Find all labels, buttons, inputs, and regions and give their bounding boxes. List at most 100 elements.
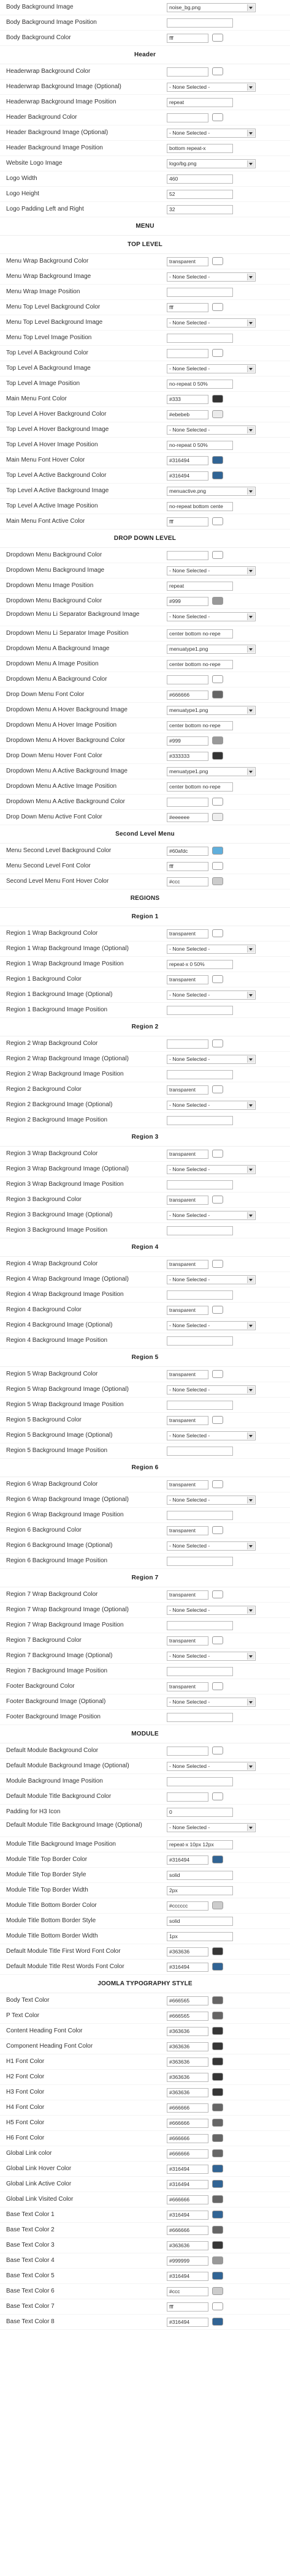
color-swatch[interactable] <box>212 2134 223 2142</box>
text-input[interactable] <box>167 1180 233 1189</box>
color-input[interactable]: transparent <box>167 1196 208 1205</box>
text-input[interactable] <box>167 1401 233 1410</box>
chevron-down-icon[interactable] <box>247 427 254 433</box>
chevron-down-icon[interactable] <box>247 946 254 953</box>
color-input[interactable]: fff <box>167 862 208 871</box>
image-select[interactable]: menuactive.png <box>167 487 256 496</box>
image-select[interactable]: - None Selected - <box>167 612 256 621</box>
color-input[interactable]: #666666 <box>167 2195 208 2204</box>
text-input[interactable] <box>167 1070 233 1079</box>
color-input[interactable]: #316494 <box>167 2165 208 2174</box>
color-swatch[interactable] <box>212 1526 223 1534</box>
color-input[interactable]: #ccc <box>167 2287 208 2296</box>
color-input[interactable]: fff <box>167 34 208 43</box>
color-input[interactable] <box>167 1039 208 1049</box>
color-swatch[interactable] <box>212 813 223 821</box>
color-input[interactable]: #666565 <box>167 2012 208 2021</box>
color-swatch[interactable] <box>212 517 223 525</box>
text-input[interactable]: no-repeat 0 50% <box>167 441 233 450</box>
color-swatch[interactable] <box>212 551 223 559</box>
text-input[interactable] <box>167 1777 233 1786</box>
chevron-down-icon[interactable] <box>247 1543 254 1549</box>
color-swatch[interactable] <box>212 2088 223 2096</box>
image-select[interactable]: - None Selected - <box>167 1275 256 1284</box>
chevron-down-icon[interactable] <box>247 1056 254 1063</box>
chevron-down-icon[interactable] <box>247 488 254 495</box>
chevron-down-icon[interactable] <box>247 1763 254 1770</box>
color-input[interactable]: #666666 <box>167 2226 208 2235</box>
text-input[interactable] <box>167 1557 233 1566</box>
color-swatch[interactable] <box>212 410 223 418</box>
color-input[interactable]: #666666 <box>167 2103 208 2113</box>
chevron-down-icon[interactable] <box>247 1607 254 1614</box>
color-input[interactable]: #ebebeb <box>167 410 208 419</box>
text-input[interactable] <box>167 288 233 297</box>
chevron-down-icon[interactable] <box>247 1653 254 1660</box>
text-input[interactable] <box>167 1006 233 1015</box>
color-input[interactable] <box>167 1747 208 1756</box>
chevron-down-icon[interactable] <box>247 1276 254 1283</box>
text-input[interactable] <box>167 1511 233 1520</box>
color-input[interactable]: transparent <box>167 1416 208 1425</box>
color-swatch[interactable] <box>212 1855 223 1863</box>
color-input[interactable]: fff <box>167 303 208 312</box>
color-input[interactable]: #316494 <box>167 456 208 465</box>
color-swatch[interactable] <box>212 798 223 806</box>
text-input[interactable]: 32 <box>167 205 233 214</box>
image-select[interactable]: menuatype1.png <box>167 706 256 715</box>
color-swatch[interactable] <box>212 877 223 885</box>
color-input[interactable]: #666666 <box>167 2119 208 2128</box>
color-swatch[interactable] <box>212 847 223 855</box>
text-input[interactable]: center bottom no-repe <box>167 629 233 638</box>
chevron-down-icon[interactable] <box>247 707 254 714</box>
image-select[interactable]: noise_bg.png <box>167 3 256 12</box>
color-input[interactable]: #316494 <box>167 1855 208 1865</box>
color-input[interactable]: #363636 <box>167 2241 208 2250</box>
color-input[interactable]: #999 <box>167 597 208 606</box>
color-input[interactable]: transparent <box>167 1636 208 1646</box>
color-input[interactable]: #363636 <box>167 2073 208 2082</box>
color-swatch[interactable] <box>212 2012 223 2020</box>
color-swatch[interactable] <box>212 1416 223 1424</box>
color-swatch[interactable] <box>212 113 223 121</box>
color-input[interactable]: #666666 <box>167 691 208 700</box>
color-swatch[interactable] <box>212 303 223 311</box>
color-input[interactable]: transparent <box>167 1306 208 1315</box>
color-swatch[interactable] <box>212 471 223 479</box>
color-input[interactable] <box>167 798 208 807</box>
color-swatch[interactable] <box>212 2119 223 2127</box>
color-input[interactable]: #316494 <box>167 471 208 481</box>
image-select[interactable]: logo/bg.png <box>167 159 256 168</box>
image-select[interactable]: - None Selected - <box>167 425 256 435</box>
chevron-down-icon[interactable] <box>247 274 254 280</box>
image-select[interactable]: - None Selected - <box>167 1541 256 1551</box>
chevron-down-icon[interactable] <box>247 768 254 775</box>
chevron-down-icon[interactable] <box>247 1212 254 1219</box>
color-input[interactable]: #316494 <box>167 2272 208 2281</box>
color-swatch[interactable] <box>212 1039 223 1047</box>
color-input[interactable]: #666565 <box>167 1996 208 2005</box>
color-swatch[interactable] <box>212 2256 223 2264</box>
text-input[interactable]: bottom repeat-x <box>167 144 233 153</box>
text-input[interactable] <box>167 1116 233 1125</box>
text-input[interactable] <box>167 334 233 343</box>
color-input[interactable] <box>167 67 208 77</box>
color-input[interactable]: #316494 <box>167 1963 208 1972</box>
color-input[interactable] <box>167 1792 208 1802</box>
text-input[interactable]: solid <box>167 1871 233 1880</box>
color-swatch[interactable] <box>212 2287 223 2295</box>
color-swatch[interactable] <box>212 1996 223 2004</box>
color-swatch[interactable] <box>212 2057 223 2065</box>
color-input[interactable]: transparent <box>167 1370 208 1379</box>
text-input[interactable]: center bottom no-repe <box>167 660 233 669</box>
color-input[interactable]: #60afdc <box>167 847 208 856</box>
color-swatch[interactable] <box>212 395 223 403</box>
color-swatch[interactable] <box>212 1260 223 1268</box>
color-swatch[interactable] <box>212 2272 223 2280</box>
color-swatch[interactable] <box>212 2211 223 2218</box>
color-swatch[interactable] <box>212 975 223 983</box>
color-swatch[interactable] <box>212 257 223 265</box>
color-swatch[interactable] <box>212 1306 223 1314</box>
color-swatch[interactable] <box>212 752 223 760</box>
text-input[interactable]: repeat-x 10px 12px <box>167 1840 233 1849</box>
